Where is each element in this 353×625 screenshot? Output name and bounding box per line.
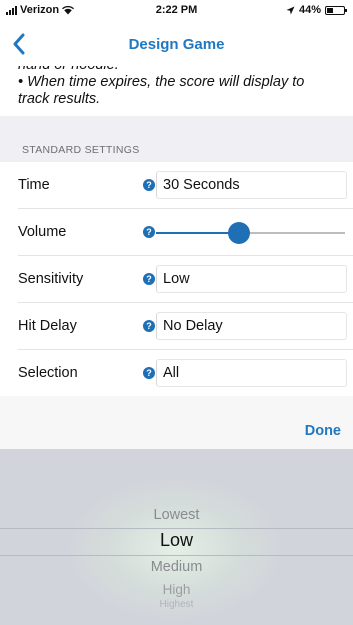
description-line-2: track results.: [18, 91, 101, 107]
volume-slider-fill: [156, 232, 240, 234]
description-partial-line: hand or noodle.: [18, 66, 339, 74]
picker-selection-line-top: [0, 528, 353, 529]
volume-label: Volume: [18, 224, 67, 240]
game-description: hand or noodle. • When time expires, the…: [0, 66, 353, 116]
status-bar: Verizon 2:22 PM 44%: [0, 0, 353, 22]
picker-option[interactable]: Lowest: [0, 507, 353, 523]
setting-row-volume: Volume ?: [0, 209, 353, 256]
hit-delay-select[interactable]: No Delay: [156, 312, 347, 340]
help-icon[interactable]: ?: [143, 320, 155, 332]
sensitivity-picker[interactable]: Lowest Low Medium High Highest: [0, 449, 353, 625]
settings-list: Time ? 30 Seconds Volume ? Sensitivity ?…: [0, 162, 353, 397]
time-select[interactable]: 30 Seconds: [156, 171, 347, 199]
picker-option-selected[interactable]: Low: [0, 530, 353, 551]
setting-row-selection: Selection ? All: [0, 350, 353, 397]
picker-toolbar: Done: [0, 396, 353, 449]
setting-row-sensitivity: Sensitivity ? Low: [0, 256, 353, 303]
section-header-label: STANDARD SETTINGS: [22, 144, 140, 156]
description-line-1: • When time expires, the score will disp…: [18, 74, 305, 90]
navigation-bar: Design Game: [0, 22, 353, 66]
picker-option[interactable]: High: [0, 582, 353, 597]
setting-row-time: Time ? 30 Seconds: [0, 162, 353, 209]
hit-delay-label: Hit Delay: [18, 318, 77, 334]
sensitivity-select[interactable]: Low: [156, 265, 347, 293]
picker-option[interactable]: Medium: [0, 559, 353, 575]
help-icon[interactable]: ?: [143, 273, 155, 285]
picker-option[interactable]: Highest: [0, 599, 353, 610]
location-arrow-icon: [286, 6, 295, 14]
time-label: Time: [18, 177, 50, 193]
selection-select[interactable]: All: [156, 359, 347, 387]
picker-selection-line-bottom: [0, 555, 353, 556]
help-icon[interactable]: ?: [143, 226, 155, 238]
battery-icon: [325, 5, 347, 15]
volume-slider[interactable]: [156, 222, 345, 244]
done-button[interactable]: Done: [305, 423, 341, 439]
sensitivity-label: Sensitivity: [18, 271, 84, 287]
help-icon[interactable]: ?: [143, 367, 155, 379]
status-right: 44%: [286, 4, 347, 16]
selection-label: Selection: [18, 365, 78, 381]
help-icon[interactable]: ?: [143, 179, 155, 191]
battery-percent: 44%: [298, 4, 321, 16]
section-header: STANDARD SETTINGS: [0, 116, 353, 162]
volume-slider-thumb[interactable]: [228, 222, 251, 244]
page-title: Design Game: [128, 36, 225, 53]
setting-row-hit-delay: Hit Delay ? No Delay: [0, 303, 353, 350]
